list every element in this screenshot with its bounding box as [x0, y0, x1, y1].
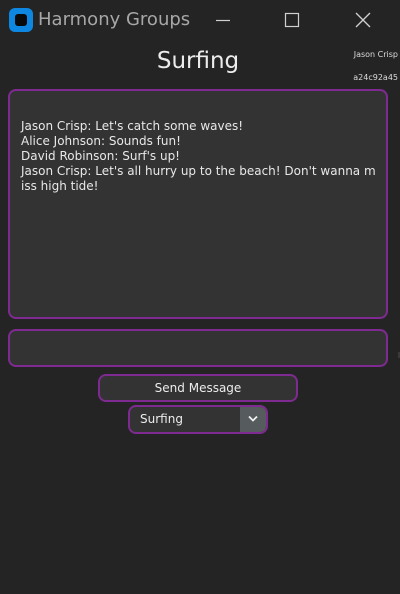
group-dropdown-value: Surfing [140, 412, 183, 426]
chat-message: David Robinson: Surf's up! [21, 149, 180, 163]
chevron-down-icon [248, 415, 258, 422]
maximize-icon [284, 12, 300, 28]
minimize-icon [216, 19, 230, 22]
close-icon [355, 12, 371, 28]
user-id-label: a24c92a45 [353, 73, 398, 82]
chat-history[interactable]: Jason Crisp: Let's catch some waves! Ali… [8, 89, 388, 319]
chat-message: Alice Johnson: Sounds fun! [21, 134, 181, 148]
send-message-button[interactable]: Send Message [98, 374, 298, 402]
chat-message: Jason Crisp: Let's all hurry up to the b… [21, 164, 376, 193]
app-window: Harmony Groups Jason Crisp a24c92a45 Sur… [0, 0, 400, 594]
window-title: Harmony Groups [38, 9, 191, 30]
close-button[interactable] [340, 0, 386, 40]
minimize-button[interactable] [200, 0, 246, 40]
chat-message-list: Jason Crisp: Let's catch some waves! Ali… [21, 119, 377, 194]
maximize-button[interactable] [269, 0, 315, 40]
dropdown-toggle-button[interactable] [240, 407, 266, 432]
message-input[interactable] [8, 329, 388, 367]
group-title: Surfing [156, 48, 240, 74]
group-dropdown[interactable]: Surfing [128, 405, 268, 434]
chat-message: Jason Crisp: Let's catch some waves! [21, 119, 244, 133]
app-icon [9, 8, 33, 32]
title-bar[interactable]: Harmony Groups [0, 0, 400, 40]
